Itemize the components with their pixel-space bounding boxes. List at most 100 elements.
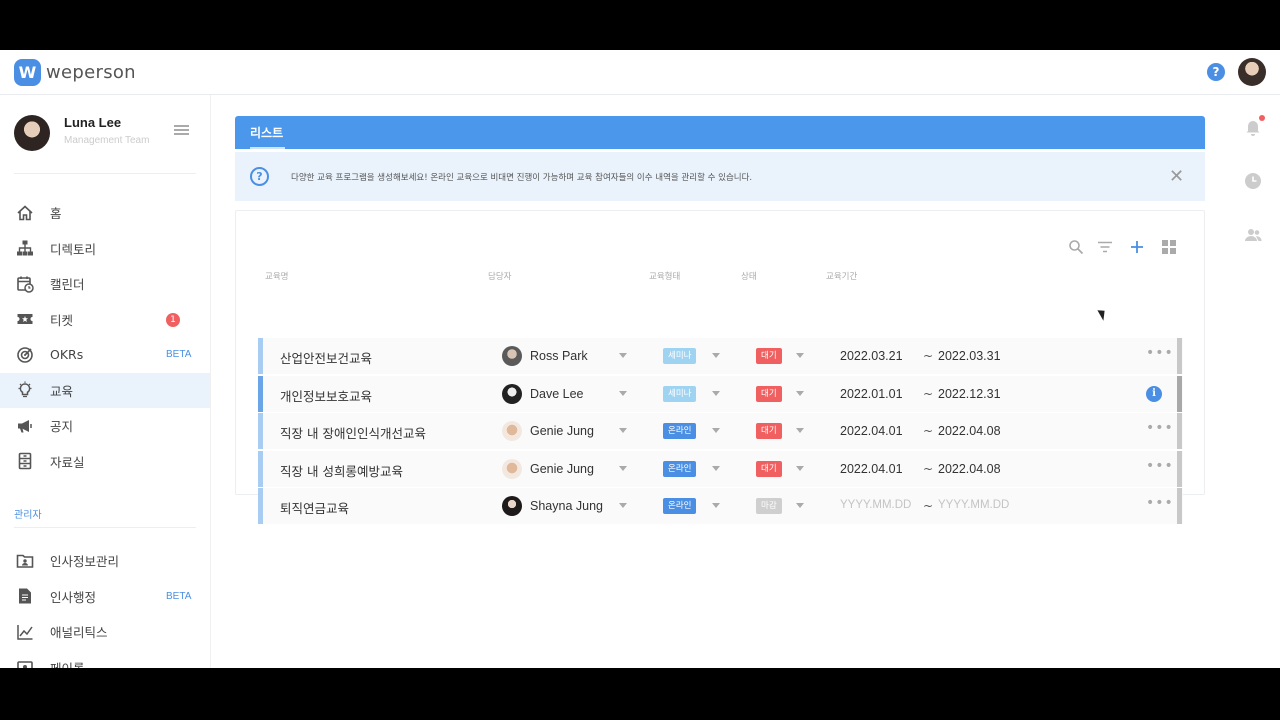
info-icon[interactable]: i: [1146, 385, 1162, 402]
search-icon[interactable]: [1067, 238, 1085, 256]
table-row[interactable]: 퇴직연금교육 Shayna Jung 온라인 마감 YYYY.MM.DD ~ Y…: [258, 488, 1183, 524]
bell-icon[interactable]: [1244, 119, 1262, 137]
add-icon[interactable]: [1128, 238, 1146, 256]
chevron-down-icon[interactable]: [796, 353, 804, 358]
sidebar-item-label: 홈: [50, 206, 62, 222]
manager-avatar: [502, 421, 522, 441]
start-date[interactable]: 2022.01.01: [840, 387, 903, 401]
status-badge[interactable]: 대기: [756, 348, 782, 364]
sidebar-item-label: 디렉토리: [50, 241, 97, 257]
tab-underline: [250, 147, 285, 149]
table-row[interactable]: 개인정보보호교육 Dave Lee 세미나 대기 2022.01.01 ~ 20…: [258, 375, 1183, 412]
section-label-admin: 관리자: [14, 510, 42, 521]
status-badge[interactable]: 대기: [756, 460, 782, 477]
chevron-down-icon[interactable]: [619, 353, 627, 358]
sidebar-item-home[interactable]: 홈: [0, 195, 210, 231]
chevron-down-icon[interactable]: [712, 503, 720, 508]
more-icon[interactable]: •••: [1146, 458, 1174, 474]
sidebar-item-ticket[interactable]: 티켓 1: [0, 302, 210, 338]
row-end-bar: [1177, 375, 1182, 412]
question-icon: ?: [250, 167, 269, 186]
start-date[interactable]: 2022.03.21: [840, 349, 903, 363]
course-title[interactable]: 퇴직연금교육: [280, 498, 349, 517]
chevron-down-icon[interactable]: [712, 390, 720, 396]
course-title[interactable]: 개인정보보호교육: [280, 386, 372, 405]
end-date[interactable]: 2022.04.08: [938, 424, 1001, 438]
table-row[interactable]: 직장 내 장애인인식개선교육 Genie Jung 온라인 대기 2022.04…: [258, 413, 1183, 449]
row-indicator: [258, 450, 263, 487]
sidebar-item-hr-admin[interactable]: 인사행정 BETA: [0, 579, 210, 615]
help-icon[interactable]: ?: [1207, 63, 1225, 81]
home-icon: [15, 203, 35, 223]
sidebar-item-payroll[interactable]: 페이롤: [0, 650, 210, 668]
sidebar-item-education[interactable]: 교육: [0, 372, 210, 408]
date-separator: ~: [923, 349, 934, 363]
profile-card[interactable]: Luna Lee Management Team: [14, 115, 149, 151]
lightbulb-icon: [15, 380, 35, 400]
profile-name: Luna Lee: [64, 115, 122, 130]
clock-icon[interactable]: [1244, 172, 1262, 190]
start-date[interactable]: 2022.04.01: [840, 424, 903, 438]
more-icon[interactable]: •••: [1146, 345, 1174, 361]
tab-list[interactable]: 리스트: [250, 124, 283, 141]
course-title[interactable]: 산업안전보건교육: [280, 348, 372, 367]
manager-name: Shayna Jung: [530, 499, 603, 513]
type-tag[interactable]: 온라인: [663, 460, 697, 477]
start-date-input[interactable]: YYYY.MM.DD: [840, 499, 911, 511]
end-date-input[interactable]: YYYY.MM.DD: [938, 499, 1009, 511]
beta-badge: BETA: [166, 590, 192, 602]
sidebar-item-directory[interactable]: 디렉토리: [0, 231, 210, 267]
sidebar-item-okrs[interactable]: OKRs BETA: [0, 337, 210, 373]
row-indicator: [258, 338, 263, 374]
end-date[interactable]: 2022.04.08: [938, 462, 1001, 476]
chevron-down-icon[interactable]: [712, 465, 720, 471]
chevron-down-icon[interactable]: [796, 390, 804, 396]
sidebar-item-hr-info[interactable]: 인사정보관리: [0, 543, 210, 579]
end-date[interactable]: 2022.12.31: [938, 387, 1001, 401]
sidebar-item-archive[interactable]: 자료실: [0, 444, 210, 480]
status-badge[interactable]: 대기: [756, 385, 782, 402]
chevron-down-icon[interactable]: [712, 428, 720, 433]
sidebar-item-label: 인사정보관리: [50, 554, 120, 570]
nav-list: 홈 디렉토리 캘린더 티켓 1 OKRs BETA 교육 공지 자료실: [0, 195, 210, 479]
status-badge[interactable]: 대기: [756, 423, 782, 439]
type-tag[interactable]: 세미나: [663, 348, 697, 364]
end-date[interactable]: 2022.03.31: [938, 349, 1001, 363]
chevron-down-icon[interactable]: [712, 353, 720, 358]
course-title[interactable]: 직장 내 성희롱예방교육: [280, 461, 403, 480]
type-tag[interactable]: 세미나: [663, 385, 697, 402]
chevron-down-icon[interactable]: [796, 503, 804, 508]
table-row[interactable]: 직장 내 성희롱예방교육 Genie Jung 온라인 대기 2022.04.0…: [258, 450, 1183, 487]
manager-avatar: [502, 346, 522, 366]
close-icon[interactable]: ✕: [1169, 166, 1184, 187]
sidebar-item-label: OKRs: [50, 347, 84, 363]
course-title[interactable]: 직장 내 장애인인식개선교육: [280, 423, 426, 442]
chevron-down-icon[interactable]: [619, 465, 627, 471]
people-icon[interactable]: [1244, 226, 1262, 244]
column-header-period: 교육기간: [826, 272, 858, 282]
manager-name: Genie Jung: [530, 461, 594, 476]
chevron-down-icon[interactable]: [619, 390, 627, 396]
type-tag[interactable]: 온라인: [663, 498, 697, 514]
more-icon[interactable]: •••: [1146, 495, 1174, 511]
sidebar-item-analytics[interactable]: 애널리틱스: [0, 614, 210, 650]
archive-icon: [15, 451, 35, 471]
more-icon[interactable]: •••: [1146, 420, 1174, 436]
table-row[interactable]: 산업안전보건교육 Ross Park 세미나 대기 2022.03.21 ~ 2…: [258, 338, 1183, 374]
filter-icon[interactable]: [1096, 238, 1114, 256]
type-tag[interactable]: 온라인: [663, 423, 697, 439]
notification-badge: 1: [166, 312, 180, 327]
chevron-down-icon[interactable]: [796, 465, 804, 471]
chevron-down-icon[interactable]: [619, 503, 627, 508]
sidebar-item-notice[interactable]: 공지: [0, 408, 210, 444]
status-badge[interactable]: 마감: [756, 498, 782, 514]
chevron-down-icon[interactable]: [796, 428, 804, 433]
user-avatar[interactable]: [1238, 58, 1266, 86]
grid-view-icon[interactable]: [1160, 238, 1178, 256]
start-date[interactable]: 2022.04.01: [840, 462, 903, 476]
chevron-down-icon[interactable]: [619, 428, 627, 433]
menu-icon[interactable]: [174, 125, 189, 135]
logo[interactable]: W weperson: [14, 59, 136, 86]
sidebar-item-calendar[interactable]: 캘린더: [0, 266, 210, 302]
sidebar-item-label: 공지: [50, 419, 74, 435]
